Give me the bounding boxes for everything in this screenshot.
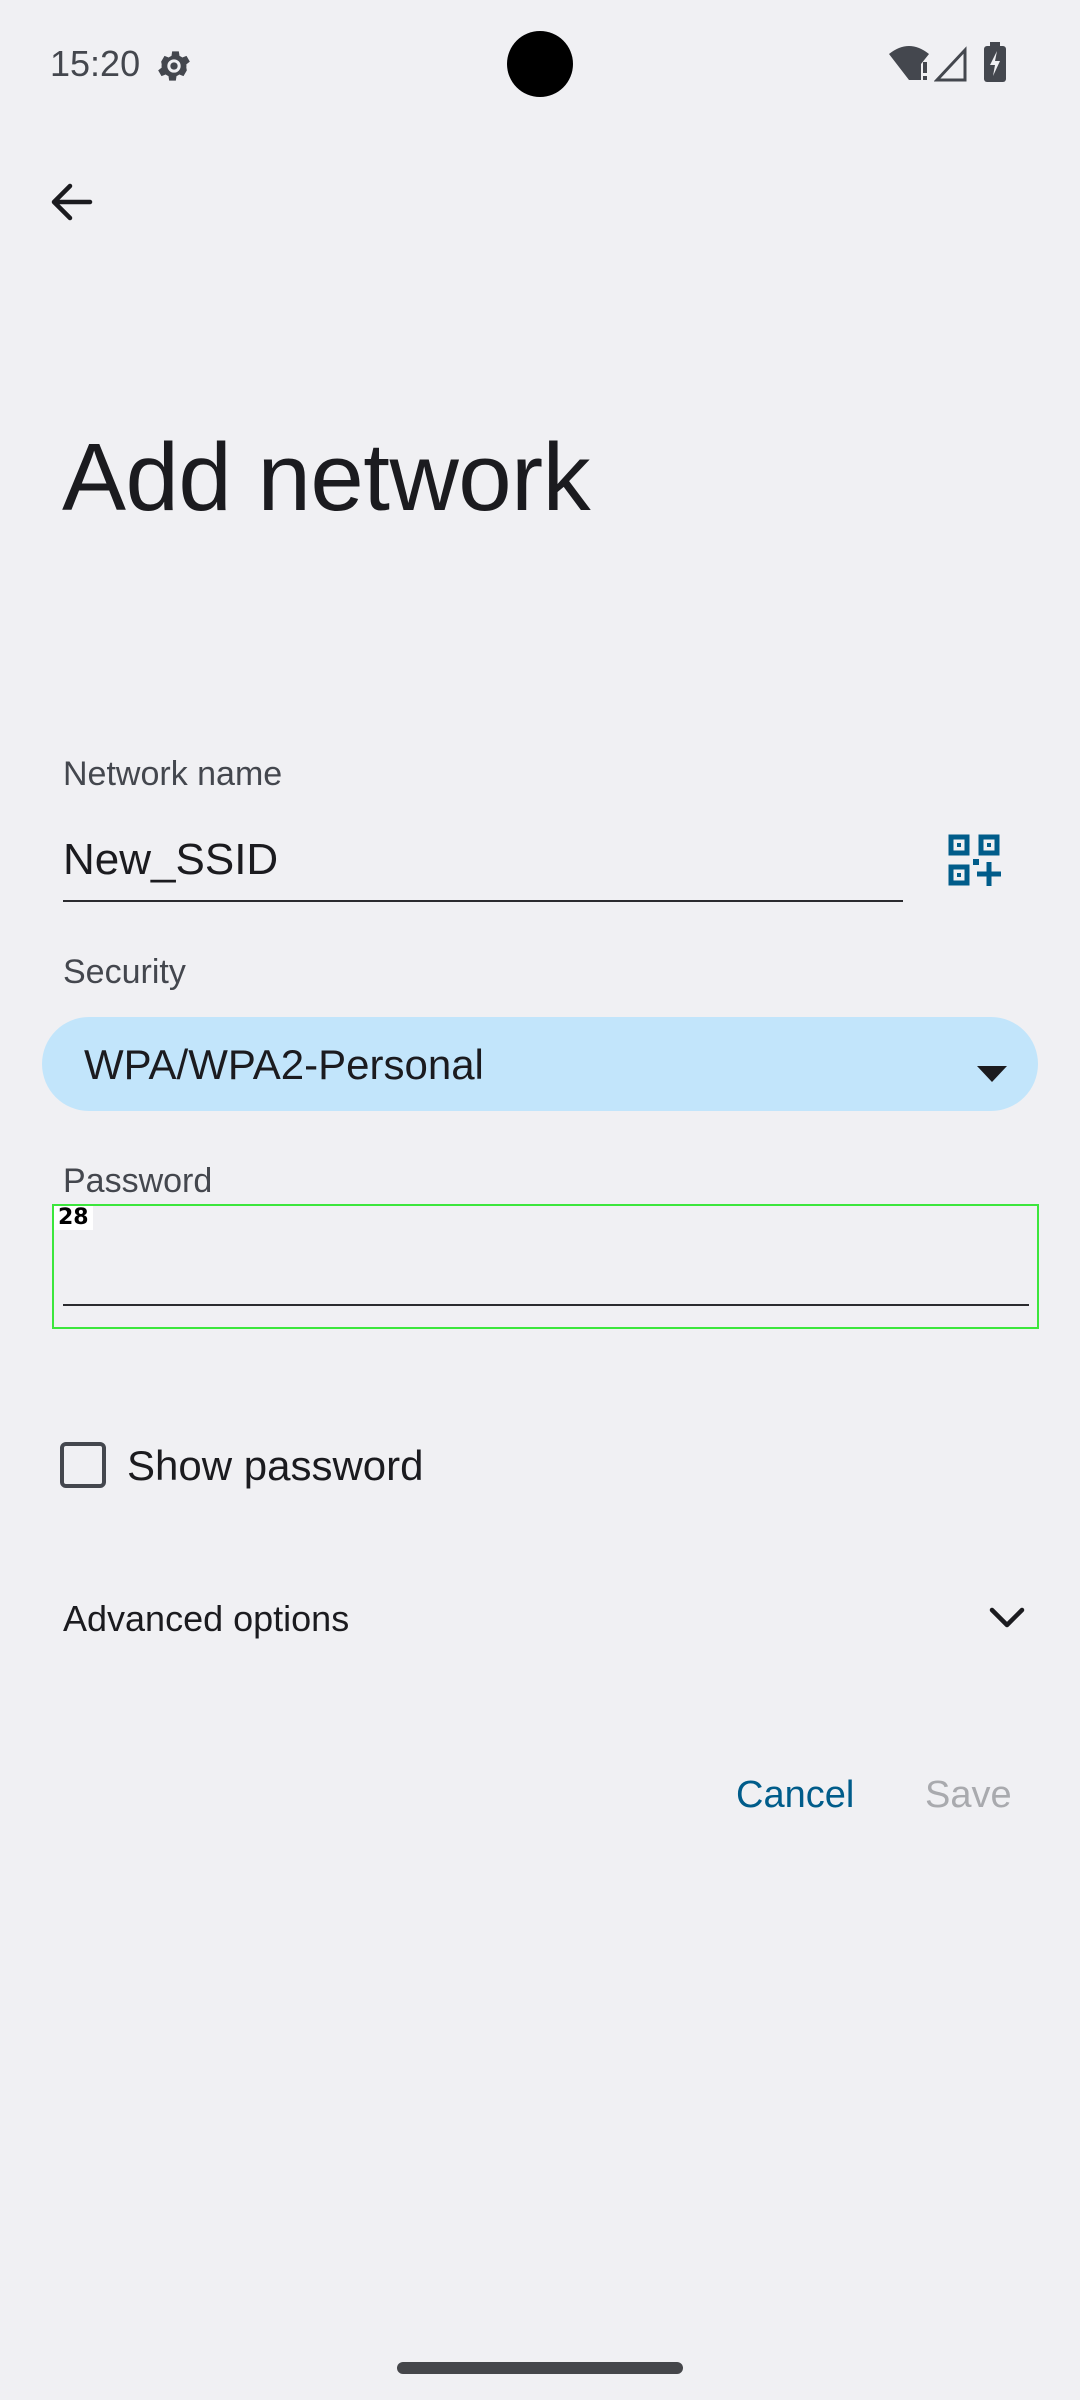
show-password-label[interactable]: Show password	[127, 1442, 423, 1490]
page-title: Add network	[62, 424, 591, 531]
network-name-input[interactable]: New_SSID	[63, 832, 278, 888]
security-dropdown[interactable]: WPA/WPA2-Personal	[42, 1017, 1038, 1111]
security-selected-value: WPA/WPA2-Personal	[84, 1041, 484, 1088]
focus-index-label: 28	[54, 1206, 93, 1230]
focus-highlight-box	[52, 1204, 1039, 1329]
save-button[interactable]: Save	[925, 1770, 1012, 1820]
back-arrow-icon[interactable]	[40, 170, 108, 238]
cancel-button[interactable]: Cancel	[736, 1770, 854, 1820]
network-name-label: Network name	[63, 755, 283, 793]
status-time: 15:20	[50, 43, 141, 84]
settings-gear-icon	[158, 51, 190, 81]
network-name-underline	[63, 900, 903, 902]
qr-code-scan-icon[interactable]	[948, 834, 1002, 888]
dropdown-caret-icon	[977, 1066, 1007, 1082]
advanced-options-toggle[interactable]: Advanced options	[63, 1596, 349, 1642]
show-password-checkbox[interactable]	[60, 1442, 106, 1488]
wifi-alert-icon	[889, 46, 929, 80]
password-label: Password	[63, 1162, 213, 1200]
security-label: Security	[63, 953, 186, 991]
cell-signal-icon	[934, 46, 967, 82]
front-camera-cutout	[507, 31, 573, 97]
battery-charging-icon	[984, 42, 1006, 82]
home-indicator[interactable]	[397, 2362, 683, 2374]
chevron-down-icon[interactable]	[988, 1604, 1026, 1632]
